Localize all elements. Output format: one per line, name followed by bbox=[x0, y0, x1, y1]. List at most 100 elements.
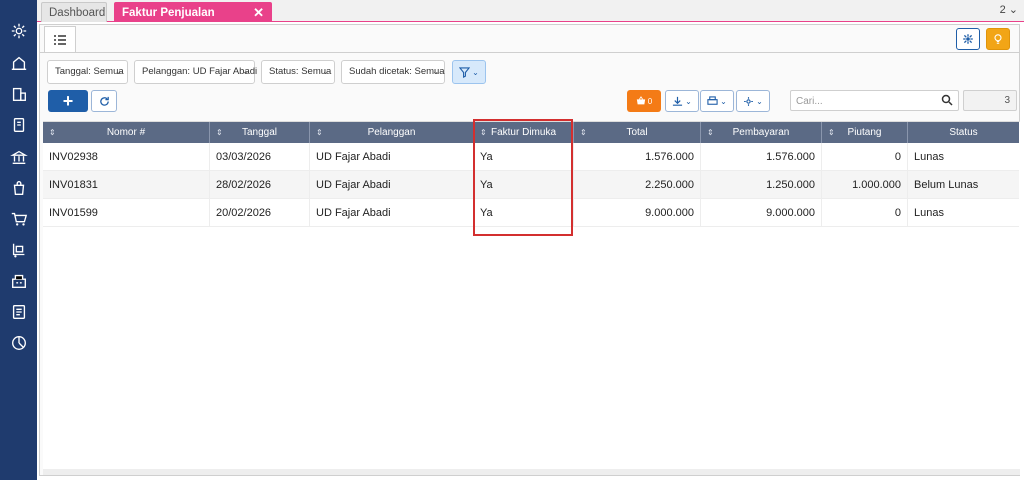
cell-piutang: 1.000.000 bbox=[822, 171, 908, 199]
column-header-pembayaran[interactable]: ⇕ Pembayaran bbox=[701, 122, 822, 143]
plus-icon: + bbox=[62, 90, 74, 111]
chevron-down-icon: ⌄ bbox=[472, 67, 479, 77]
horizontal-scrollbar[interactable] bbox=[43, 469, 1020, 475]
building-icon[interactable] bbox=[9, 53, 29, 73]
invoice-table: ⇕ Nomor # ⇕ Tanggal ⇕ Pelanggan ⇕ Faktur Dim… bbox=[43, 121, 1020, 469]
column-label: Pembayaran bbox=[732, 127, 790, 138]
sidebar bbox=[0, 0, 37, 480]
filter-tanggal[interactable]: Tanggal: Semua ⌄ bbox=[47, 60, 128, 84]
bag-icon[interactable] bbox=[9, 178, 29, 198]
cell-tanggal: 20/02/2026 bbox=[210, 199, 310, 227]
chevron-down-icon: ⌄ bbox=[115, 67, 122, 76]
office-icon[interactable] bbox=[9, 84, 29, 104]
column-label: Tanggal bbox=[241, 127, 278, 138]
settings-button[interactable] bbox=[956, 28, 980, 50]
report-icon[interactable] bbox=[9, 302, 29, 322]
filter-sudah-dicetak[interactable]: Sudah dicetak: Semua ⌄ bbox=[341, 60, 445, 84]
sort-icon: ⇕ bbox=[49, 128, 56, 137]
trolley-icon[interactable] bbox=[9, 240, 29, 260]
column-header-faktur-dimuka[interactable]: ⇕ Faktur Dimuka bbox=[474, 122, 574, 143]
tab-label: Faktur Penjualan bbox=[122, 7, 215, 19]
cell-nomor: INV02938 bbox=[43, 143, 210, 171]
cell-pelanggan: UD Fajar Abadi bbox=[310, 171, 474, 199]
tips-button[interactable] bbox=[986, 28, 1010, 50]
advanced-filter-button[interactable]: ⌄ bbox=[452, 60, 486, 84]
cell-nomor: INV01831 bbox=[43, 171, 210, 199]
warehouse-icon[interactable] bbox=[9, 271, 29, 291]
search-box bbox=[790, 90, 959, 111]
tab-count-dropdown[interactable]: 2 ⌄ bbox=[1000, 3, 1018, 16]
list-view-tab[interactable] bbox=[44, 26, 76, 52]
main-panel: Tanggal: Semua ⌄ Pelanggan: UD Fajar Abad… bbox=[39, 24, 1020, 476]
chevron-down-icon: ⌄ bbox=[242, 67, 249, 76]
cell-total: 9.000.000 bbox=[574, 199, 701, 227]
table-row[interactable]: INV02938 03/03/2026 UD Fajar Abadi Ya 1.… bbox=[43, 143, 1019, 171]
cell-faktur-dimuka: Ya bbox=[474, 199, 574, 227]
column-header-tanggal[interactable]: ⇕ Tanggal bbox=[210, 122, 310, 143]
tab-bar: Dashboard Faktur Penjualan ✕ 2 ⌄ bbox=[37, 0, 1024, 22]
bank-icon[interactable] bbox=[9, 147, 29, 167]
chevron-down-icon: ⌄ bbox=[685, 96, 692, 106]
cell-pelanggan: UD Fajar Abadi bbox=[310, 143, 474, 171]
sort-icon: ⇕ bbox=[316, 128, 323, 137]
cell-status: Belum Lunas bbox=[914, 179, 979, 191]
search-input[interactable] bbox=[796, 94, 936, 108]
cell-pembayaran: 9.000.000 bbox=[701, 199, 822, 227]
column-header-status[interactable]: Status bbox=[908, 122, 1019, 143]
options-button[interactable]: ⌄ bbox=[736, 90, 770, 112]
cell-pelanggan: UD Fajar Abadi bbox=[310, 199, 474, 227]
sort-icon: ⇕ bbox=[216, 128, 223, 137]
tab-dashboard[interactable]: Dashboard bbox=[41, 2, 107, 22]
column-header-nomor[interactable]: ⇕ Nomor # bbox=[43, 122, 210, 143]
cart-icon[interactable] bbox=[9, 209, 29, 229]
sort-icon: ⇕ bbox=[707, 128, 714, 137]
cell-faktur-dimuka: Ya bbox=[474, 171, 574, 199]
add-button[interactable]: + bbox=[48, 90, 88, 112]
cell-status: Lunas bbox=[914, 151, 944, 163]
cart-button[interactable]: 0 bbox=[627, 90, 661, 112]
column-label: Piutang bbox=[847, 127, 882, 138]
search-icon[interactable] bbox=[941, 94, 953, 106]
basket-icon bbox=[636, 96, 645, 105]
ledger-icon[interactable] bbox=[9, 115, 29, 135]
cell-pembayaran: 1.576.000 bbox=[701, 143, 822, 171]
column-header-piutang[interactable]: ⇕ Piutang bbox=[822, 122, 908, 143]
column-label: Total bbox=[626, 127, 648, 138]
list-icon bbox=[54, 34, 66, 45]
printer-icon bbox=[707, 95, 718, 105]
refresh-button[interactable] bbox=[91, 90, 117, 112]
sort-icon: ⇕ bbox=[828, 128, 835, 137]
chevron-down-icon: ⌄ bbox=[720, 96, 727, 106]
download-icon bbox=[673, 96, 683, 106]
gear-icon bbox=[963, 34, 973, 44]
cell-piutang: 0 bbox=[822, 143, 908, 171]
chevron-down-icon: ⌄ bbox=[432, 67, 439, 76]
close-icon[interactable]: ✕ bbox=[253, 3, 264, 23]
cell-total: 1.576.000 bbox=[574, 143, 701, 171]
cell-piutang: 0 bbox=[822, 199, 908, 227]
tab-faktur-penjualan[interactable]: Faktur Penjualan ✕ bbox=[114, 2, 272, 22]
filter-label: Pelanggan: UD Fajar Abadi bbox=[142, 66, 258, 77]
column-header-pelanggan[interactable]: ⇕ Pelanggan bbox=[310, 122, 474, 143]
filter-status[interactable]: Status: Semua ⌄ bbox=[261, 60, 335, 84]
filter-icon bbox=[459, 66, 471, 78]
print-button[interactable]: ⌄ bbox=[700, 90, 734, 112]
column-label: Status bbox=[949, 127, 978, 138]
refresh-icon bbox=[99, 96, 109, 106]
gear-icon[interactable] bbox=[9, 21, 29, 41]
record-count: 3 bbox=[963, 90, 1017, 111]
filter-pelanggan[interactable]: Pelanggan: UD Fajar Abadi ⌄ bbox=[134, 60, 258, 84]
lightbulb-icon bbox=[994, 34, 1002, 44]
import-button[interactable]: ⌄ bbox=[665, 90, 699, 112]
table-row[interactable]: INV01831 28/02/2026 UD Fajar Abadi Ya 2.… bbox=[43, 171, 1019, 199]
table-header: ⇕ Nomor # ⇕ Tanggal ⇕ Pelanggan ⇕ Faktur Dim… bbox=[43, 122, 1019, 143]
cell-faktur-dimuka: Ya bbox=[474, 143, 574, 171]
chart-icon[interactable] bbox=[9, 333, 29, 353]
cell-total: 2.250.000 bbox=[574, 171, 701, 199]
cell-tanggal: 28/02/2026 bbox=[210, 171, 310, 199]
column-label: Nomor # bbox=[106, 127, 146, 138]
cell-nomor: INV01599 bbox=[43, 199, 210, 227]
chevron-down-icon: ⌄ bbox=[756, 96, 763, 106]
table-row[interactable]: INV01599 20/02/2026 UD Fajar Abadi Ya 9.… bbox=[43, 199, 1019, 227]
column-header-total[interactable]: ⇕ Total bbox=[574, 122, 701, 143]
